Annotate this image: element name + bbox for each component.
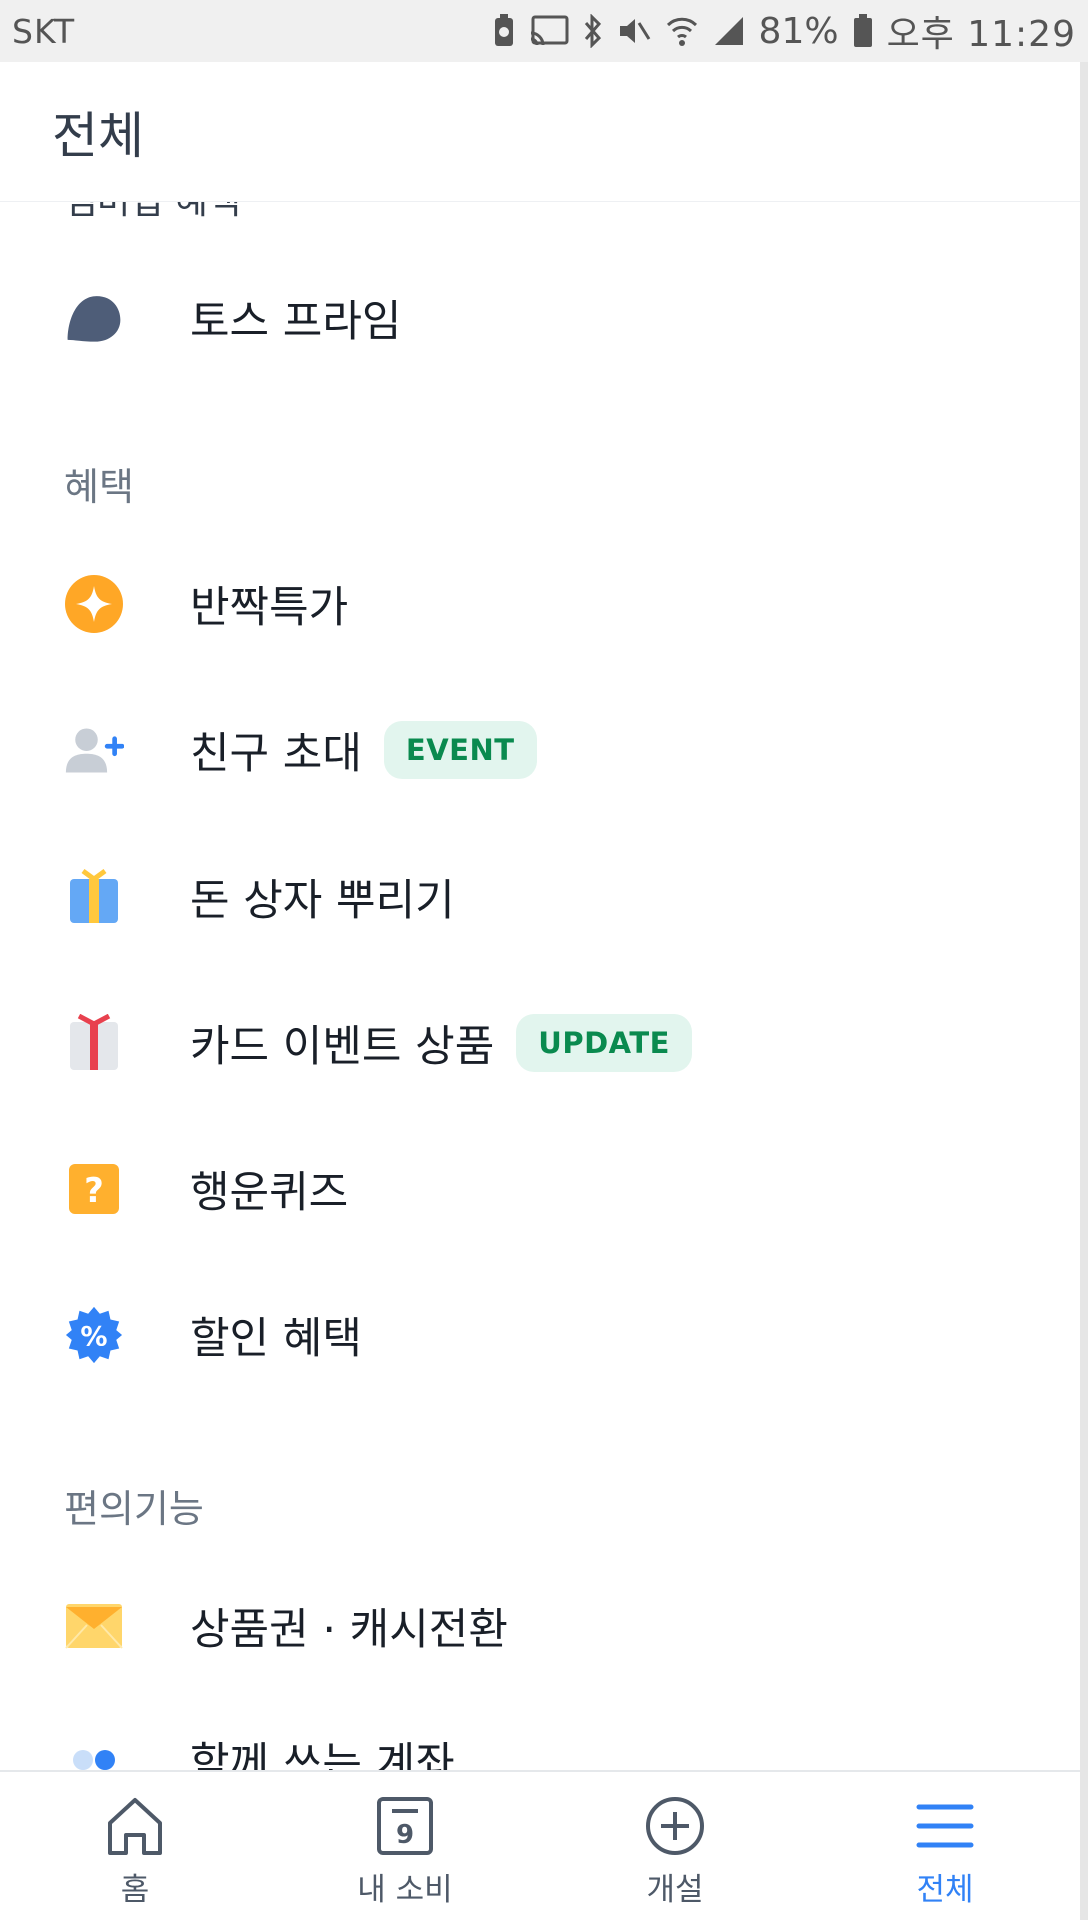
list-item-card-event[interactable]: 카드 이벤트 상품 UPDATE [0,993,1080,1093]
section-title-convenience: 편의기능 [64,1487,204,1531]
nav-label: 개설 [646,1872,704,1908]
list-item-gift-card[interactable]: 상품권 · 캐시전환 [0,1576,1080,1676]
calendar-icon: 9 [373,1794,437,1858]
list-item-toss-prime[interactable]: 토스 프라임 [0,268,1080,368]
question-icon: ? [64,1159,124,1219]
plus-circle-icon [643,1794,707,1858]
sparkle-icon [64,574,124,634]
scroll-edge [1080,62,1088,1920]
page-title: 전체 [52,106,144,165]
list-item-lucky-quiz[interactable]: ? 행운퀴즈 [0,1139,1080,1239]
page-header: 전체 [0,62,1080,202]
calendar-day: 9 [396,1820,414,1850]
add-friend-icon [64,720,124,780]
cast-icon [529,15,569,47]
svg-text:%: % [80,1322,107,1353]
nav-open-account[interactable]: 개설 [540,1772,810,1920]
nav-label: 홈 [120,1872,150,1908]
event-badge: EVENT [383,721,537,779]
home-icon [103,1794,167,1858]
present-icon [64,1013,124,1073]
clock: 오후 11:29 [886,14,1076,55]
envelope-icon [64,1596,124,1656]
shared-account-icon [64,1730,124,1770]
discount-icon: % [64,1305,124,1365]
bluetooth-icon [583,14,603,48]
nav-home[interactable]: 홈 [0,1772,270,1920]
nav-all[interactable]: 전체 [810,1772,1080,1920]
list-item-text: 카드 이벤트 상품 [190,1022,495,1072]
gift-box-icon [64,867,124,927]
status-bar: SKT 81% 오후 11:29 [0,0,1088,62]
battery-icon [853,14,873,48]
list-item-label: 친구 초대 EVENT [190,719,537,781]
list-item-label: 함께 쓰는 계좌 [190,1739,455,1770]
list-item-label: 토스 프라임 [190,297,402,347]
list-item-label: 할인 혜택 [190,1314,362,1364]
battery-saver-icon [493,14,515,48]
carrier-label: SKT [12,11,76,51]
list-item-shared-account[interactable]: 함께 쓰는 계좌 [0,1710,1080,1770]
menu-icon [913,1794,977,1858]
list-item-text: 친구 초대 [190,729,362,779]
toss-prime-icon [64,288,124,348]
partial-section-label: 멤버십 혜택 [64,202,241,224]
wifi-icon [665,15,699,47]
menu-list[interactable]: 멤버십 혜택 토스 프라임 혜택 반짝특가 친구 초대 EVENT 돈 상자 뿌… [0,202,1080,1770]
list-item-money-box[interactable]: 돈 상자 뿌리기 [0,847,1080,947]
list-item-label: 행운퀴즈 [190,1168,349,1218]
battery-percent: 81% [758,10,839,52]
nav-label: 전체 [916,1872,974,1908]
list-item-discount[interactable]: % 할인 혜택 [0,1285,1080,1385]
list-item-flash-deal[interactable]: 반짝특가 [0,554,1080,654]
mute-icon [617,15,651,47]
list-item-label: 카드 이벤트 상품 UPDATE [190,1012,692,1074]
nav-my-spending[interactable]: 9 내 소비 [270,1772,540,1920]
status-icons: 81% 오후 11:29 [493,5,1076,57]
section-title-benefits: 혜택 [64,465,134,509]
list-item-label: 상품권 · 캐시전환 [190,1605,508,1655]
update-badge: UPDATE [516,1014,692,1072]
list-item-label: 돈 상자 뿌리기 [190,876,455,926]
bottom-nav: 홈 9 내 소비 개설 전체 [0,1770,1080,1920]
list-item-label: 반짝특가 [190,583,349,633]
nav-label: 내 소비 [357,1872,453,1908]
svg-text:?: ? [84,1171,104,1211]
list-item-invite-friend[interactable]: 친구 초대 EVENT [0,700,1080,800]
signal-icon [713,15,745,47]
